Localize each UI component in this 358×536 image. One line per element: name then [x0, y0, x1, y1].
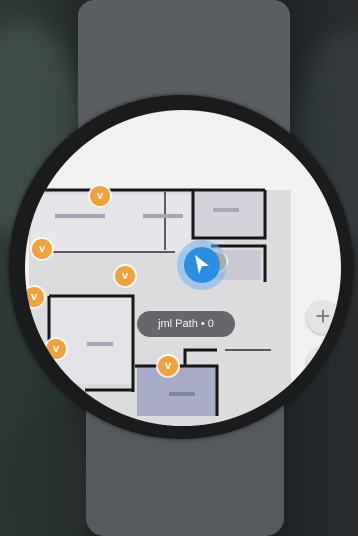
- plus-icon: +: [315, 301, 331, 331]
- room-label-smudge-4: [87, 342, 113, 346]
- watch-screen: v v v v v v v v jml Path • 0 +: [25, 110, 341, 426]
- current-location-marker[interactable]: [184, 247, 220, 283]
- room-label-smudge-3: [213, 208, 239, 212]
- room-label-smudge-1: [55, 214, 105, 218]
- photo-background: v v v v v v v v jml Path • 0 +: [0, 0, 358, 536]
- map-pin-6[interactable]: v: [158, 356, 178, 376]
- map-pin-4[interactable]: v: [25, 287, 44, 307]
- room-top-right: [193, 190, 265, 238]
- room-bottom-center: [137, 366, 217, 416]
- room-label-smudge-2: [143, 214, 183, 218]
- background-blur-bottom: [0, 420, 100, 536]
- map-pin-1[interactable]: v: [90, 186, 110, 206]
- map-pin-3[interactable]: v: [115, 266, 135, 286]
- path-status-pill: jml Path • 0: [137, 311, 235, 337]
- navigation-arrow-icon: [195, 255, 209, 274]
- map-pin-5[interactable]: v: [46, 339, 66, 359]
- room-top-left: [31, 194, 191, 252]
- zoom-out-button[interactable]: [306, 346, 340, 380]
- map-pin-2[interactable]: v: [32, 239, 52, 259]
- zoom-in-button[interactable]: +: [306, 300, 340, 334]
- room-label-smudge-5: [169, 392, 195, 396]
